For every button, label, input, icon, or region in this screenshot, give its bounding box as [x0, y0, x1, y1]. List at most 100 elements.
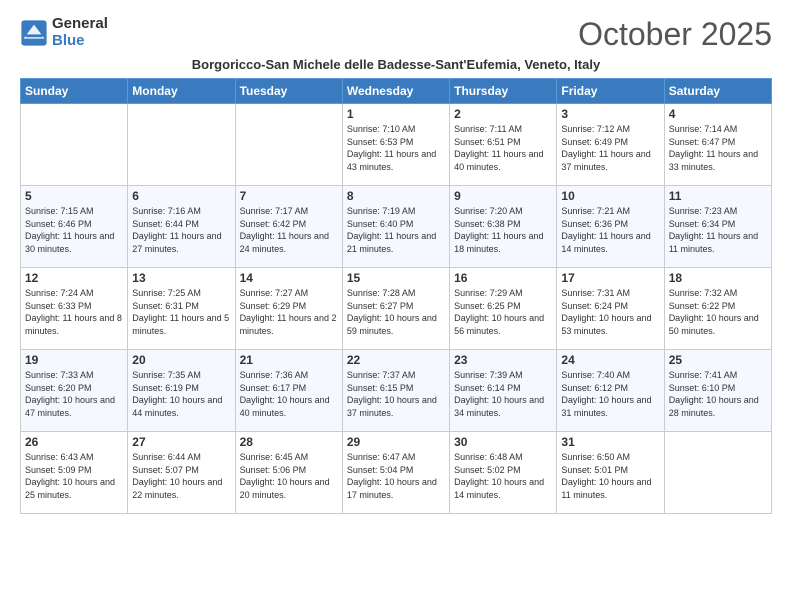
calendar: SundayMondayTuesdayWednesdayThursdayFrid… [20, 78, 772, 514]
day-number: 24 [561, 353, 659, 367]
calendar-cell: 9 Sunrise: 7:20 AM Sunset: 6:38 PM Daylig… [450, 186, 557, 268]
day-number: 29 [347, 435, 445, 449]
calendar-cell: 3Sunrise: 7:12 AM Sunset: 6:49 PM Daylig… [557, 104, 664, 186]
day-number: 3 [561, 107, 659, 121]
day-number: 22 [347, 353, 445, 367]
day-number: 2 [454, 107, 552, 121]
day-info: Sunrise: 7:41 AM Sunset: 6:10 PM Dayligh… [669, 369, 767, 419]
day-number: 18 [669, 271, 767, 285]
logo: General Blue [20, 16, 108, 49]
month-title: October 2025 [578, 16, 772, 53]
day-info: Sunrise: 7:19 AM Sunset: 6:40 PM Dayligh… [347, 205, 445, 255]
day-info: Sunrise: 6:45 AM Sunset: 5:06 PM Dayligh… [240, 451, 338, 501]
calendar-header-sunday: Sunday [21, 79, 128, 104]
day-info: Sunrise: 7:33 AM Sunset: 6:20 PM Dayligh… [25, 369, 123, 419]
calendar-header-wednesday: Wednesday [342, 79, 449, 104]
calendar-cell: 4Sunrise: 7:14 AM Sunset: 6:47 PM Daylig… [664, 104, 771, 186]
day-info: Sunrise: 6:43 AM Sunset: 5:09 PM Dayligh… [25, 451, 123, 501]
day-number: 21 [240, 353, 338, 367]
day-info: Sunrise: 7:10 AM Sunset: 6:53 PM Dayligh… [347, 123, 445, 173]
calendar-cell [21, 104, 128, 186]
day-number: 30 [454, 435, 552, 449]
calendar-cell: 11 Sunrise: 7:23 AM Sunset: 6:34 PM Dayli… [664, 186, 771, 268]
calendar-cell: 28 Sunrise: 6:45 AM Sunset: 5:06 PM Dayli… [235, 432, 342, 514]
day-info: Sunrise: 7:39 AM Sunset: 6:14 PM Dayligh… [454, 369, 552, 419]
calendar-cell: 6 Sunrise: 7:16 AM Sunset: 6:44 PM Daylig… [128, 186, 235, 268]
calendar-header-saturday: Saturday [664, 79, 771, 104]
calendar-cell: 31Sunrise: 6:50 AM Sunset: 5:01 PM Dayli… [557, 432, 664, 514]
day-info: Sunrise: 7:16 AM Sunset: 6:44 PM Dayligh… [132, 205, 230, 255]
calendar-header-monday: Monday [128, 79, 235, 104]
calendar-cell: 27Sunrise: 6:44 AM Sunset: 5:07 PM Dayli… [128, 432, 235, 514]
calendar-cell: 21Sunrise: 7:36 AM Sunset: 6:17 PM Dayli… [235, 350, 342, 432]
calendar-week-4: 19Sunrise: 7:33 AM Sunset: 6:20 PM Dayli… [21, 350, 772, 432]
day-number: 20 [132, 353, 230, 367]
calendar-cell [128, 104, 235, 186]
day-info: Sunrise: 6:50 AM Sunset: 5:01 PM Dayligh… [561, 451, 659, 501]
day-info: Sunrise: 7:24 AM Sunset: 6:33 PM Dayligh… [25, 287, 123, 337]
day-info: Sunrise: 7:23 AM Sunset: 6:34 PM Dayligh… [669, 205, 767, 255]
calendar-cell: 1 Sunrise: 7:10 AM Sunset: 6:53 PM Daylig… [342, 104, 449, 186]
day-number: 26 [25, 435, 123, 449]
day-info: Sunrise: 7:17 AM Sunset: 6:42 PM Dayligh… [240, 205, 338, 255]
calendar-cell: 10 Sunrise: 7:21 AM Sunset: 6:36 PM Dayli… [557, 186, 664, 268]
day-info: Sunrise: 7:20 AM Sunset: 6:38 PM Dayligh… [454, 205, 552, 255]
day-info: Sunrise: 7:32 AM Sunset: 6:22 PM Dayligh… [669, 287, 767, 337]
logo-general-text: General [52, 16, 108, 33]
calendar-header-thursday: Thursday [450, 79, 557, 104]
title-section: October 2025 [578, 16, 772, 53]
day-info: Sunrise: 7:35 AM Sunset: 6:19 PM Dayligh… [132, 369, 230, 419]
calendar-week-1: 1 Sunrise: 7:10 AM Sunset: 6:53 PM Daylig… [21, 104, 772, 186]
day-info: Sunrise: 7:29 AM Sunset: 6:25 PM Dayligh… [454, 287, 552, 337]
day-info: Sunrise: 7:25 AM Sunset: 6:31 PM Dayligh… [132, 287, 230, 337]
day-number: 17 [561, 271, 659, 285]
day-number: 25 [669, 353, 767, 367]
day-info: Sunrise: 7:11 AM Sunset: 6:51 PM Dayligh… [454, 123, 552, 173]
day-number: 6 [132, 189, 230, 203]
day-number: 8 [347, 189, 445, 203]
day-number: 7 [240, 189, 338, 203]
day-number: 10 [561, 189, 659, 203]
logo-blue-text: Blue [52, 33, 108, 50]
day-info: Sunrise: 7:28 AM Sunset: 6:27 PM Dayligh… [347, 287, 445, 337]
calendar-cell: 14Sunrise: 7:27 AM Sunset: 6:29 PM Dayli… [235, 268, 342, 350]
calendar-header-row: SundayMondayTuesdayWednesdayThursdayFrid… [21, 79, 772, 104]
header: General Blue October 2025 [20, 16, 772, 53]
day-number: 27 [132, 435, 230, 449]
day-number: 12 [25, 271, 123, 285]
day-number: 28 [240, 435, 338, 449]
day-number: 9 [454, 189, 552, 203]
day-info: Sunrise: 7:40 AM Sunset: 6:12 PM Dayligh… [561, 369, 659, 419]
calendar-cell: 19Sunrise: 7:33 AM Sunset: 6:20 PM Dayli… [21, 350, 128, 432]
calendar-week-2: 5Sunrise: 7:15 AM Sunset: 6:46 PM Daylig… [21, 186, 772, 268]
calendar-cell: 2 Sunrise: 7:11 AM Sunset: 6:51 PM Daylig… [450, 104, 557, 186]
day-number: 14 [240, 271, 338, 285]
day-info: Sunrise: 7:21 AM Sunset: 6:36 PM Dayligh… [561, 205, 659, 255]
calendar-cell: 12 Sunrise: 7:24 AM Sunset: 6:33 PM Dayli… [21, 268, 128, 350]
day-info: Sunrise: 6:48 AM Sunset: 5:02 PM Dayligh… [454, 451, 552, 501]
subtitle: Borgoricco-San Michele delle Badesse-San… [20, 57, 772, 72]
page: General Blue October 2025 Borgoricco-San… [0, 0, 792, 612]
day-number: 16 [454, 271, 552, 285]
day-info: Sunrise: 7:37 AM Sunset: 6:15 PM Dayligh… [347, 369, 445, 419]
day-number: 11 [669, 189, 767, 203]
calendar-cell: 18 Sunrise: 7:32 AM Sunset: 6:22 PM Dayli… [664, 268, 771, 350]
calendar-cell: 30 Sunrise: 6:48 AM Sunset: 5:02 PM Dayli… [450, 432, 557, 514]
calendar-cell: 26 Sunrise: 6:43 AM Sunset: 5:09 PM Dayli… [21, 432, 128, 514]
logo-text: General Blue [52, 16, 108, 49]
day-info: Sunrise: 7:31 AM Sunset: 6:24 PM Dayligh… [561, 287, 659, 337]
day-info: Sunrise: 7:15 AM Sunset: 6:46 PM Dayligh… [25, 205, 123, 255]
calendar-cell: 20 Sunrise: 7:35 AM Sunset: 6:19 PM Dayli… [128, 350, 235, 432]
day-number: 1 [347, 107, 445, 121]
calendar-cell: 24 Sunrise: 7:40 AM Sunset: 6:12 PM Dayli… [557, 350, 664, 432]
calendar-cell: 7 Sunrise: 7:17 AM Sunset: 6:42 PM Daylig… [235, 186, 342, 268]
calendar-cell: 16 Sunrise: 7:29 AM Sunset: 6:25 PM Dayli… [450, 268, 557, 350]
logo-icon [20, 19, 48, 47]
day-info: Sunrise: 6:47 AM Sunset: 5:04 PM Dayligh… [347, 451, 445, 501]
calendar-cell: 13Sunrise: 7:25 AM Sunset: 6:31 PM Dayli… [128, 268, 235, 350]
calendar-header-tuesday: Tuesday [235, 79, 342, 104]
calendar-cell: 29 Sunrise: 6:47 AM Sunset: 5:04 PM Dayli… [342, 432, 449, 514]
calendar-week-5: 26 Sunrise: 6:43 AM Sunset: 5:09 PM Dayli… [21, 432, 772, 514]
calendar-cell: 8 Sunrise: 7:19 AM Sunset: 6:40 PM Daylig… [342, 186, 449, 268]
calendar-cell [235, 104, 342, 186]
